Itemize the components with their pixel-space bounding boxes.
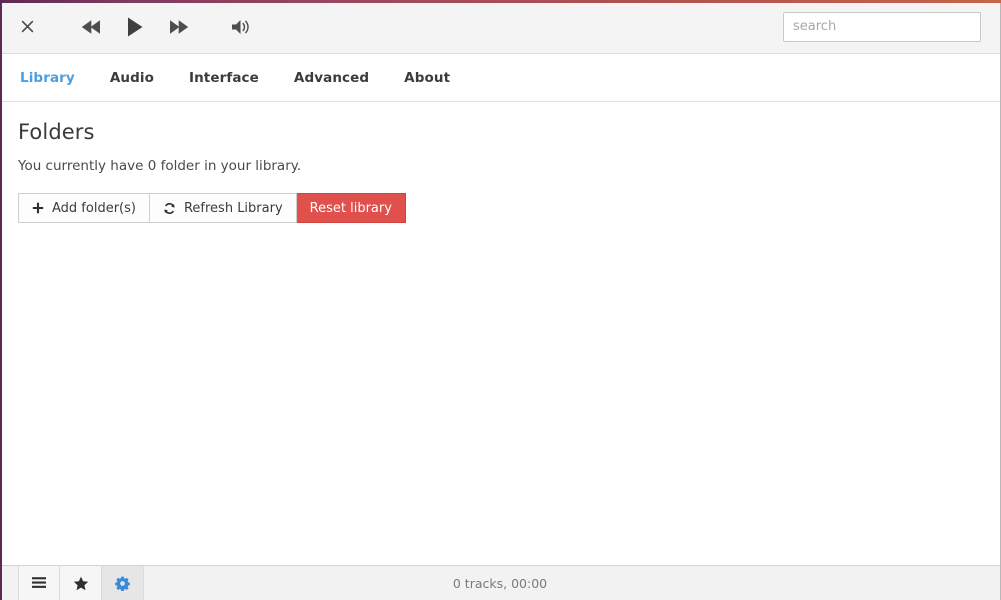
close-icon <box>21 20 34 33</box>
add-folders-label: Add folder(s) <box>52 200 136 216</box>
reset-library-label: Reset library <box>309 200 392 216</box>
settings-button[interactable] <box>102 566 144 600</box>
library-action-buttons: Add folder(s) Refresh Library Reset libr… <box>18 193 406 223</box>
favorites-button[interactable] <box>60 566 102 600</box>
refresh-library-button[interactable]: Refresh Library <box>149 193 297 223</box>
page-title: Folders <box>18 120 95 144</box>
next-track-icon <box>168 18 190 36</box>
library-settings-panel: Folders You currently have 0 folder in y… <box>0 102 1001 565</box>
add-folders-button[interactable]: Add folder(s) <box>18 193 150 223</box>
previous-track-button[interactable] <box>76 12 106 42</box>
tab-library[interactable]: Library <box>18 66 77 90</box>
list-icon <box>31 576 47 590</box>
folder-count-description: You currently have 0 folder in your libr… <box>18 158 302 174</box>
search-container <box>783 11 981 42</box>
star-icon <box>73 576 89 591</box>
volume-button[interactable] <box>226 12 256 42</box>
volume-icon <box>230 17 252 37</box>
play-icon <box>125 16 145 38</box>
plus-icon <box>32 202 44 214</box>
previous-track-icon <box>80 18 102 36</box>
play-button[interactable] <box>120 12 150 42</box>
close-button[interactable] <box>12 12 42 42</box>
gear-icon <box>115 576 130 591</box>
window-left-edge <box>0 0 2 600</box>
transport-controls <box>76 12 256 42</box>
playlist-view-button[interactable] <box>18 566 60 600</box>
tab-about[interactable]: About <box>402 66 452 90</box>
player-toolbar <box>0 0 1001 54</box>
next-track-button[interactable] <box>164 12 194 42</box>
reset-library-button[interactable]: Reset library <box>296 193 406 223</box>
refresh-library-label: Refresh Library <box>183 200 283 216</box>
status-text: 0 tracks, 00:00 <box>452 575 548 591</box>
tab-audio[interactable]: Audio <box>108 66 156 90</box>
preferences-tabbar: Library Audio Interface Advanced About <box>0 54 1001 102</box>
search-input[interactable] <box>783 11 981 42</box>
application-window: Library Audio Interface Advanced About F… <box>0 0 1001 600</box>
window-accent-bar <box>0 0 1001 3</box>
status-bar: 0 tracks, 00:00 <box>0 565 1001 600</box>
tab-advanced[interactable]: Advanced <box>292 66 371 90</box>
tab-interface[interactable]: Interface <box>187 66 261 90</box>
refresh-icon <box>163 202 176 215</box>
